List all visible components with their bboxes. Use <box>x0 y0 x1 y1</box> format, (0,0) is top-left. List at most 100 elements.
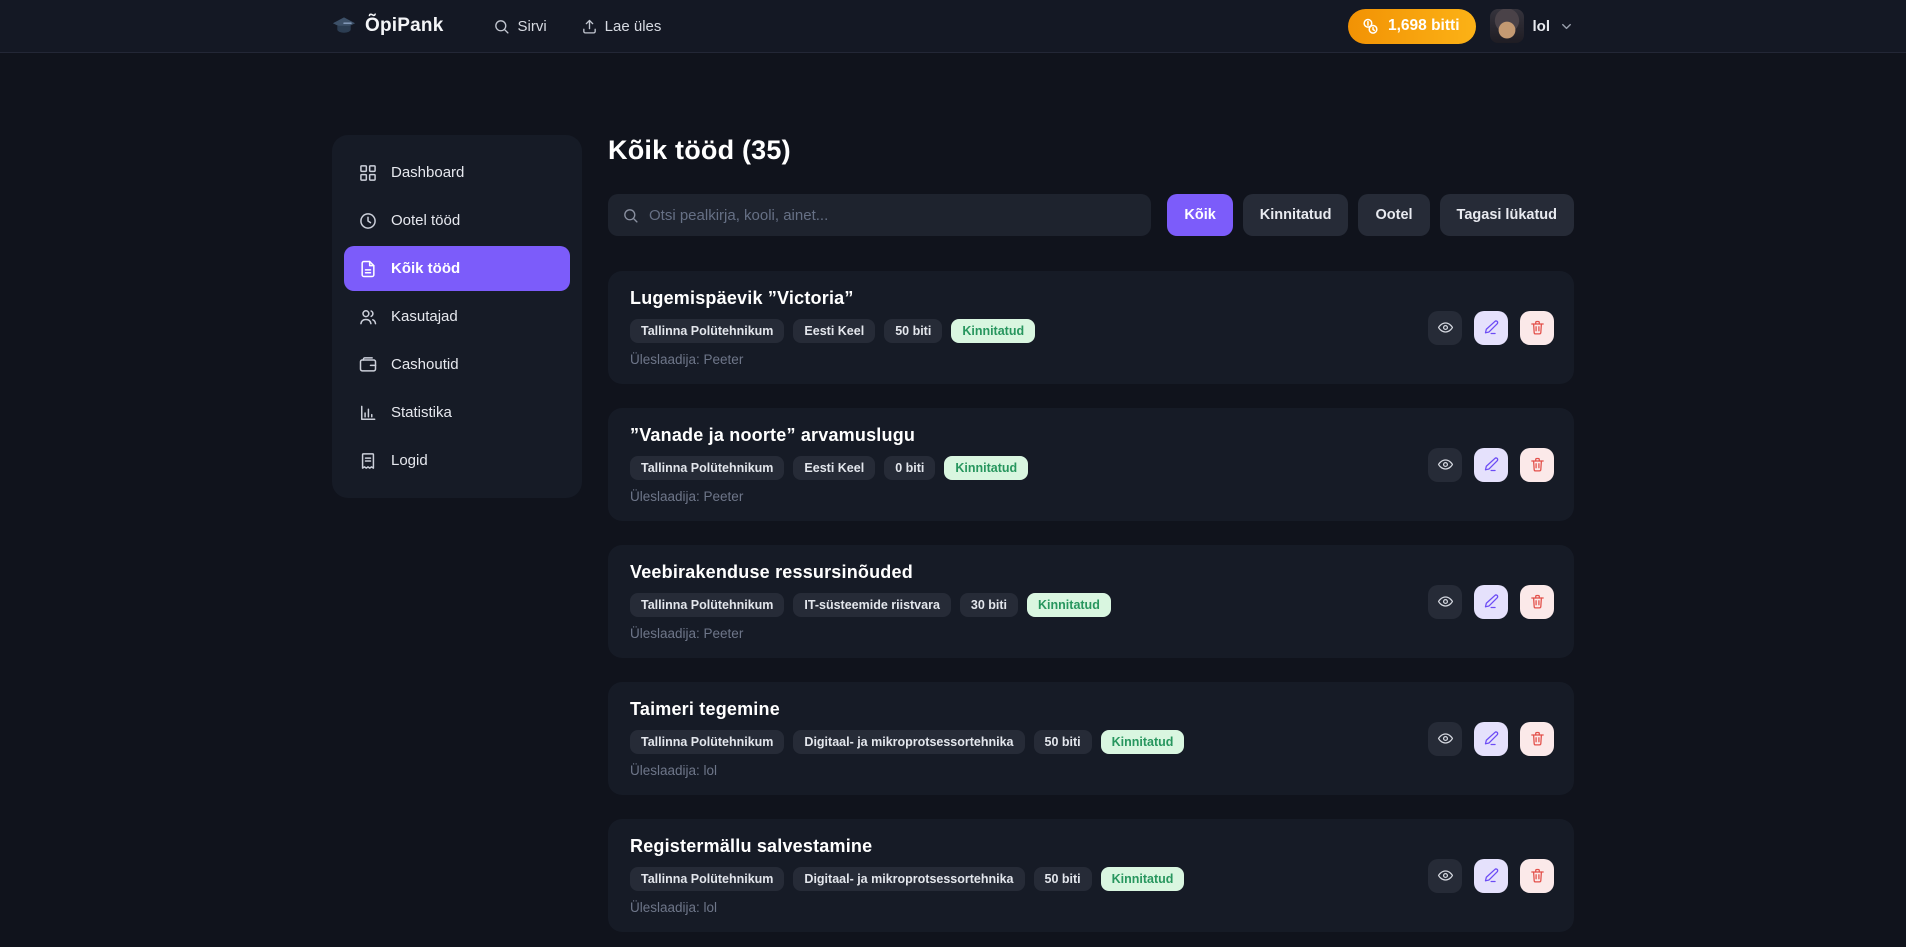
uploader-label: Üleslaadija: Peeter <box>630 352 1035 367</box>
tag: Tallinna Polütehnikum <box>630 593 784 617</box>
main-content: Kõik tööd (35) KõikKinnitatudOotelTagasi… <box>608 135 1574 932</box>
card-actions <box>1428 311 1554 345</box>
view-button[interactable] <box>1428 585 1462 619</box>
tag: Tallinna Polütehnikum <box>630 730 784 754</box>
filter-button-ootel[interactable]: Ootel <box>1358 194 1429 236</box>
status-badge: Kinnitatud <box>1101 867 1185 891</box>
pencil-icon <box>1483 593 1500 610</box>
nav-upload[interactable]: Lae üles <box>581 18 662 35</box>
delete-button[interactable] <box>1520 585 1554 619</box>
card-actions <box>1428 722 1554 756</box>
sidebar-item-label: Ootel tööd <box>391 212 460 229</box>
work-card: Registermällu salvestamine Tallinna Polüt… <box>608 819 1574 932</box>
delete-button[interactable] <box>1520 859 1554 893</box>
work-title: Lugemispäevik ”Victoria” <box>630 288 1035 309</box>
trash-icon <box>1529 593 1546 610</box>
app-name: ÕpiPank <box>365 15 443 37</box>
delete-button[interactable] <box>1520 722 1554 756</box>
tag: Digitaal- ja mikroprotsessortehnika <box>793 730 1024 754</box>
eye-icon <box>1437 456 1454 473</box>
search-input[interactable] <box>649 207 1137 224</box>
trash-icon <box>1529 867 1546 884</box>
sidebar-item-dashboard[interactable]: Dashboard <box>344 150 570 195</box>
users-icon <box>358 307 378 327</box>
sidebar-item-label: Dashboard <box>391 164 464 181</box>
view-button[interactable] <box>1428 448 1462 482</box>
sidebar-item-koik-tood[interactable]: Kõik tööd <box>344 246 570 291</box>
file-icon <box>358 259 378 279</box>
tag: Digitaal- ja mikroprotsessortehnika <box>793 867 1024 891</box>
edit-button[interactable] <box>1474 859 1508 893</box>
edit-button[interactable] <box>1474 311 1508 345</box>
sidebar-item-label: Cashoutid <box>391 356 459 373</box>
status-badge: Kinnitatud <box>1027 593 1111 617</box>
work-title: ”Vanade ja noorte” arvamuslugu <box>630 425 1028 446</box>
uploader-label: Üleslaadija: lol <box>630 900 1184 915</box>
clock-icon <box>358 211 378 231</box>
tag-row: Tallinna Polütehnikum Digitaal- ja mikrop… <box>630 867 1184 891</box>
delete-button[interactable] <box>1520 311 1554 345</box>
view-button[interactable] <box>1428 859 1462 893</box>
top-nav: Sirvi Lae üles <box>493 18 661 35</box>
top-bar: ÕpiPank Sirvi Lae üles 1,698 bitti lol <box>0 0 1906 53</box>
sidebar-item-label: Kõik tööd <box>391 260 460 277</box>
pencil-icon <box>1483 456 1500 473</box>
works-list: Lugemispäevik ”Victoria” Tallinna Polüteh… <box>608 271 1574 932</box>
trash-icon <box>1529 456 1546 473</box>
nav-browse[interactable]: Sirvi <box>493 18 546 35</box>
card-actions <box>1428 448 1554 482</box>
sidebar-item-label: Kasutajad <box>391 308 458 325</box>
delete-button[interactable] <box>1520 448 1554 482</box>
filter-button-koik[interactable]: Kõik <box>1167 194 1232 236</box>
sidebar-item-kasutajad[interactable]: Kasutajad <box>344 294 570 339</box>
trash-icon <box>1529 730 1546 747</box>
card-actions <box>1428 585 1554 619</box>
balance-badge[interactable]: 1,698 bitti <box>1348 9 1476 44</box>
uploader-label: Üleslaadija: Peeter <box>630 626 1111 641</box>
pencil-icon <box>1483 730 1500 747</box>
filter-button-tagasi-lukatud[interactable]: Tagasi lükatud <box>1440 194 1574 236</box>
tag: 0 biti <box>884 456 935 480</box>
sidebar-item-ootel-tood[interactable]: Ootel tööd <box>344 198 570 243</box>
card-info: Veebirakenduse ressursinõuded Tallinna Po… <box>630 562 1111 641</box>
tag: Tallinna Polütehnikum <box>630 867 784 891</box>
work-card: Taimeri tegemineTallinna PolütehnikumDig… <box>608 682 1574 795</box>
work-card: Lugemispäevik ”Victoria” Tallinna Polüteh… <box>608 271 1574 384</box>
wallet-icon <box>358 355 378 375</box>
card-info: ”Vanade ja noorte” arvamusluguTallinna P… <box>630 425 1028 504</box>
eye-icon <box>1437 593 1454 610</box>
avatar <box>1490 9 1524 43</box>
eye-icon <box>1437 867 1454 884</box>
work-title: Veebirakenduse ressursinõuded <box>630 562 1111 583</box>
sidebar-item-statistika[interactable]: Statistika <box>344 390 570 435</box>
eye-icon <box>1437 730 1454 747</box>
eye-icon <box>1437 319 1454 336</box>
edit-button[interactable] <box>1474 585 1508 619</box>
grid-icon <box>358 163 378 183</box>
work-title: Registermällu salvestamine <box>630 836 1184 857</box>
chevron-down-icon <box>1559 19 1574 34</box>
sidebar-item-logid[interactable]: Logid <box>344 438 570 483</box>
graduation-cap-icon <box>332 14 356 38</box>
status-badge: Kinnitatud <box>951 319 1035 343</box>
card-info: Registermällu salvestamine Tallinna Polüt… <box>630 836 1184 915</box>
pencil-icon <box>1483 319 1500 336</box>
view-button[interactable] <box>1428 311 1462 345</box>
uploader-label: Üleslaadija: lol <box>630 763 1184 778</box>
filter-button-kinnitatud[interactable]: Kinnitatud <box>1243 194 1349 236</box>
trash-icon <box>1529 319 1546 336</box>
edit-button[interactable] <box>1474 722 1508 756</box>
tag: Tallinna Polütehnikum <box>630 319 784 343</box>
edit-button[interactable] <box>1474 448 1508 482</box>
status-badge: Kinnitatud <box>944 456 1028 480</box>
page-layout: Dashboard Ootel tööd Kõik tööd Kasutajad Cas… <box>332 135 1574 932</box>
tag-row: Tallinna PolütehnikumIT-süsteemide riist… <box>630 593 1111 617</box>
work-card: Veebirakenduse ressursinõuded Tallinna Po… <box>608 545 1574 658</box>
view-button[interactable] <box>1428 722 1462 756</box>
user-menu[interactable]: lol <box>1490 9 1575 43</box>
sidebar-item-cashoutid[interactable]: Cashoutid <box>344 342 570 387</box>
coins-icon <box>1361 17 1380 36</box>
tag-row: Tallinna Polütehnikum Digitaal- ja mikrop… <box>630 730 1184 754</box>
tag: Eesti Keel <box>793 456 875 480</box>
app-logo[interactable]: ÕpiPank <box>332 14 443 38</box>
